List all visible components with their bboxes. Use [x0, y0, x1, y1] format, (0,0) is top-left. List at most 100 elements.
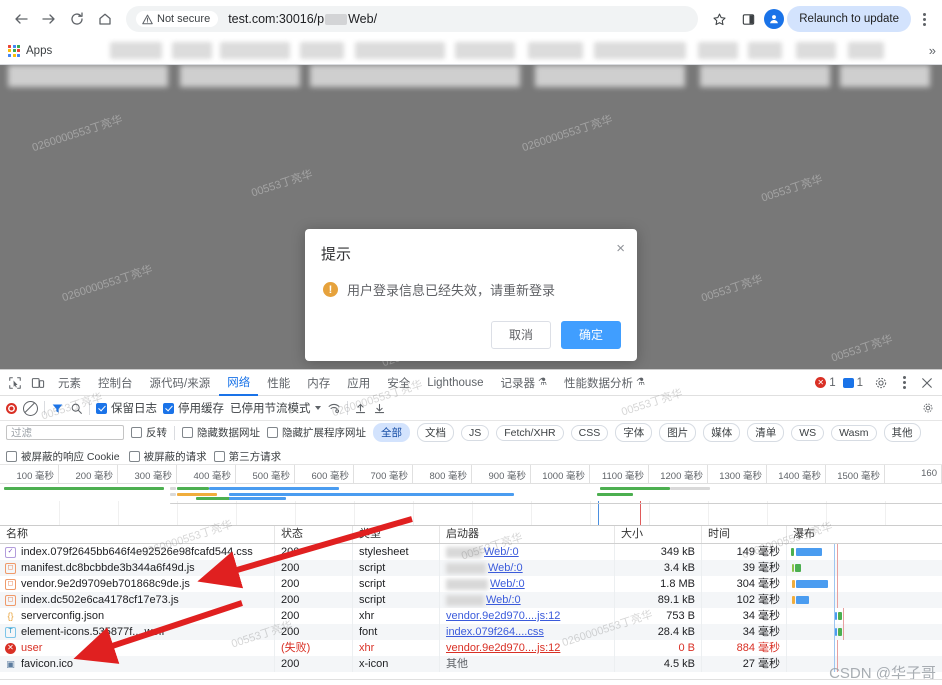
- blocked-cookies-checkbox[interactable]: 被屏蔽的响应 Cookie: [6, 449, 120, 464]
- close-devtools-icon[interactable]: [916, 372, 938, 393]
- type-filter-js[interactable]: JS: [461, 424, 490, 441]
- request-name-cell[interactable]: T element-icons.535877f....woff: [0, 624, 275, 640]
- side-panel-icon[interactable]: [735, 6, 761, 32]
- hide-data-urls-checkbox[interactable]: 隐藏数据网址: [182, 425, 260, 440]
- initiator-link[interactable]: Web/:0: [484, 546, 519, 558]
- column-header-name[interactable]: 名称: [0, 526, 275, 543]
- initiator-link[interactable]: vendor.9e2d970....js:12: [446, 610, 560, 622]
- tab-lighthouse[interactable]: Lighthouse: [419, 371, 491, 395]
- tab-sources[interactable]: 源代码/来源: [142, 371, 219, 395]
- column-header-size[interactable]: 大小: [615, 526, 702, 543]
- type-filter-doc[interactable]: 文档: [417, 423, 454, 442]
- tab-performance-insights[interactable]: 性能数据分析 ⚗: [556, 371, 653, 395]
- request-name-cell[interactable]: ◻ vendor.9e2d9709eb701868c9de.js: [0, 576, 275, 592]
- table-row[interactable]: T element-icons.535877f....woff 200 font…: [0, 624, 942, 640]
- type-filter-manifest[interactable]: 清单: [747, 423, 785, 442]
- home-icon[interactable]: [92, 6, 118, 32]
- request-initiator[interactable]: Web/:0: [440, 560, 615, 576]
- type-filter-font[interactable]: 字体: [615, 423, 653, 442]
- chrome-menu-icon[interactable]: [914, 12, 934, 26]
- column-header-type[interactable]: 类型: [353, 526, 440, 543]
- type-filter-img[interactable]: 图片: [659, 423, 697, 442]
- request-initiator[interactable]: vendor.9e2d970....js:12: [440, 608, 615, 624]
- initiator-link[interactable]: Web/:0: [486, 594, 521, 606]
- profile-avatar[interactable]: [764, 9, 785, 29]
- cancel-button[interactable]: 取消: [490, 321, 551, 349]
- table-row[interactable]: ▣ favicon.ico 200 x-icon 其他 4.5 kB 27 毫秒: [0, 656, 942, 672]
- tab-elements[interactable]: 元素: [50, 371, 89, 395]
- clear-requests-icon[interactable]: [23, 400, 38, 416]
- request-initiator[interactable]: index.079f264....css: [440, 624, 615, 640]
- network-overview-timeline[interactable]: 100 毫秒 200 毫秒 300 毫秒 400 毫秒 500 毫秒 600 毫…: [0, 465, 942, 526]
- type-filter-fetch-xhr[interactable]: Fetch/XHR: [496, 424, 564, 441]
- initiator-link[interactable]: Web/:0: [490, 578, 525, 590]
- device-toolbar-icon[interactable]: [27, 372, 49, 393]
- column-header-time[interactable]: 时间: [702, 526, 787, 543]
- address-bar[interactable]: Not secure test.com:30016/p Web/: [126, 6, 699, 32]
- network-conditions-icon[interactable]: [327, 401, 341, 415]
- record-button[interactable]: [6, 402, 17, 414]
- invert-checkbox[interactable]: 反转: [131, 425, 167, 440]
- table-row[interactable]: ✕ user (失败) xhr vendor.9e2d970....js:12 …: [0, 640, 942, 656]
- export-har-icon[interactable]: [373, 402, 386, 415]
- filter-input[interactable]: [6, 425, 124, 440]
- hide-extension-urls-checkbox[interactable]: 隐藏扩展程序网址: [267, 425, 366, 440]
- relaunch-to-update-button[interactable]: Relaunch to update: [787, 6, 911, 32]
- tab-performance[interactable]: 性能: [259, 371, 298, 395]
- request-initiator[interactable]: Web/:0: [440, 544, 615, 560]
- import-har-icon[interactable]: [354, 402, 367, 415]
- third-party-requests-checkbox[interactable]: 第三方请求: [213, 449, 281, 464]
- initiator-link[interactable]: index.079f264....css: [446, 626, 544, 638]
- type-filter-css[interactable]: CSS: [570, 424, 609, 441]
- network-settings-gear-icon[interactable]: [922, 402, 934, 414]
- request-name-cell[interactable]: ✓ index.079f2645bb646f4e92526e98fcafd544…: [0, 544, 275, 560]
- bookmarks-overflow-icon[interactable]: »: [929, 43, 936, 58]
- confirm-button[interactable]: 确定: [560, 321, 621, 349]
- request-name-cell[interactable]: {} serverconfig.json: [0, 608, 275, 624]
- apps-label[interactable]: Apps: [26, 45, 52, 57]
- request-name-cell[interactable]: ◻ index.dc502e6ca4178cf17e73.js: [0, 592, 275, 608]
- apps-grid-icon[interactable]: [8, 44, 20, 57]
- warning-badge[interactable]: 1: [842, 377, 863, 389]
- request-name-cell[interactable]: ◻ manifest.dc8bcbbde3b344a6f49d.js: [0, 560, 275, 576]
- tab-application[interactable]: 应用: [339, 371, 378, 395]
- back-icon[interactable]: [8, 6, 34, 32]
- reload-icon[interactable]: [64, 6, 90, 32]
- request-name-cell[interactable]: ▣ favicon.ico: [0, 656, 275, 672]
- blocked-requests-checkbox[interactable]: 被屏蔽的请求: [128, 449, 207, 464]
- settings-gear-icon[interactable]: [870, 372, 892, 393]
- table-row[interactable]: ◻ vendor.9e2d9709eb701868c9de.js 200 scr…: [0, 576, 942, 592]
- error-badge[interactable]: ✕ 1: [815, 377, 836, 389]
- table-row[interactable]: ✓ index.079f2645bb646f4e92526e98fcafd544…: [0, 544, 942, 560]
- disable-cache-checkbox[interactable]: 停用缓存: [163, 400, 224, 416]
- tab-network[interactable]: 网络: [219, 370, 259, 396]
- request-initiator[interactable]: Web/:0: [440, 592, 615, 608]
- security-indicator[interactable]: Not secure: [136, 11, 219, 27]
- tab-memory[interactable]: 内存: [299, 371, 338, 395]
- search-icon[interactable]: [70, 402, 83, 415]
- request-name-cell[interactable]: ✕ user: [0, 640, 275, 656]
- column-header-status[interactable]: 状态: [275, 526, 353, 543]
- table-row[interactable]: ◻ index.dc502e6ca4178cf17e73.js 200 scri…: [0, 592, 942, 608]
- type-filter-wasm[interactable]: Wasm: [831, 424, 877, 441]
- column-header-waterfall[interactable]: 瀑布: [787, 526, 942, 543]
- type-filter-other[interactable]: 其他: [883, 423, 921, 442]
- tab-console[interactable]: 控制台: [90, 371, 141, 395]
- request-initiator[interactable]: vendor.9e2d970....js:12: [440, 640, 615, 656]
- initiator-link[interactable]: Web/:0: [488, 562, 523, 574]
- column-header-initiator[interactable]: 启动器: [440, 526, 615, 543]
- throttling-dropdown[interactable]: 已停用节流模式: [230, 400, 321, 416]
- table-row[interactable]: {} serverconfig.json 200 xhr vendor.9e2d…: [0, 608, 942, 624]
- preserve-log-checkbox[interactable]: 保留日志: [96, 400, 157, 416]
- type-filter-all[interactable]: 全部: [373, 423, 410, 442]
- inspect-element-icon[interactable]: [4, 372, 26, 393]
- request-initiator[interactable]: Web/:0: [440, 576, 615, 592]
- close-icon[interactable]: ×: [616, 241, 625, 256]
- forward-icon[interactable]: [36, 6, 62, 32]
- initiator-link[interactable]: vendor.9e2d970....js:12: [446, 642, 560, 654]
- type-filter-ws[interactable]: WS: [791, 424, 825, 441]
- tab-security[interactable]: 安全: [379, 371, 418, 395]
- type-filter-media[interactable]: 媒体: [703, 423, 741, 442]
- bookmark-star-icon[interactable]: [706, 6, 732, 32]
- table-row[interactable]: ◻ manifest.dc8bcbbde3b344a6f49d.js 200 s…: [0, 560, 942, 576]
